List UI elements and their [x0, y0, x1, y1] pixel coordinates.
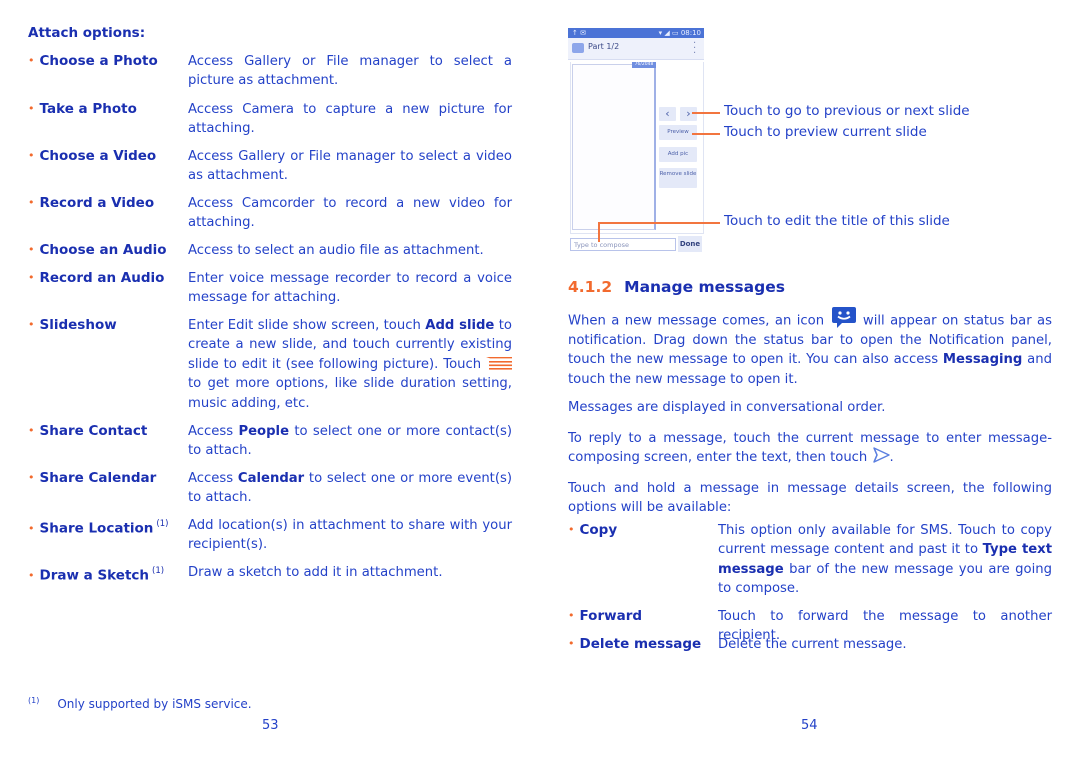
bullet-icon: • [28, 271, 35, 284]
bullet-icon: • [568, 637, 575, 650]
bullet-icon: • [28, 196, 35, 209]
option-term: Forward [579, 608, 643, 624]
paragraph-new-message: When a new message comes, an icon will a… [568, 307, 1052, 389]
option-term: Choose a Photo [39, 53, 158, 69]
option-description: Access Calendar to select one or more ev… [188, 471, 513, 506]
paragraph-reply: To reply to a message, touch the current… [568, 431, 1052, 466]
menu-icon [486, 356, 512, 370]
option-description: Access Camera to capture a new picture f… [188, 102, 512, 137]
bullet-icon: • [28, 521, 35, 535]
option-description: Enter Edit slide show screen, touch Add … [188, 318, 512, 411]
option-description: Access Gallery or File manager to select… [188, 149, 512, 184]
option-term: Record an Audio [39, 270, 165, 286]
bullet-icon: • [28, 318, 35, 331]
new-message-smiley-icon [831, 307, 856, 328]
option-description: This option only available for SMS. Touc… [718, 523, 1052, 597]
page-number-left: 53 [262, 718, 279, 733]
option-description: Add location(s) in attachment to share w… [188, 518, 512, 553]
attach-options-heading: Attach options: [28, 25, 146, 41]
paragraph-order: Messages are displayed in conversational… [568, 400, 886, 415]
footnote-ref: (1) [152, 566, 165, 576]
bullet-icon: • [28, 568, 35, 582]
section-title: Manage messages [624, 278, 785, 296]
option-description: Draw a sketch to add it in attachment. [188, 565, 443, 580]
bullet-icon: • [28, 471, 35, 484]
add-slide-term: Add slide [425, 318, 495, 333]
option-term: Record a Video [39, 195, 155, 211]
bullet-icon: • [568, 523, 575, 536]
bullet-icon: • [28, 424, 35, 437]
option-term: Share Calendar [39, 470, 157, 486]
option-description: Access Gallery or File manager to select… [188, 54, 512, 89]
bullet-icon: • [568, 609, 575, 622]
option-term: Take a Photo [39, 101, 137, 117]
option-description: Enter voice message recorder to record a… [188, 271, 512, 306]
option-description: Access People to select one or more cont… [188, 424, 512, 459]
right-page: 4.1.2 Manage messages When a new message … [568, 0, 1052, 767]
paragraph-options-intro: Touch and hold a message in message deta… [568, 481, 1052, 516]
bullet-icon: • [28, 149, 35, 162]
option-term: Choose a Video [39, 148, 157, 164]
page-number-right: 54 [801, 718, 818, 733]
option-description: Delete the current message. [718, 637, 907, 652]
option-term: Delete message [579, 636, 702, 652]
option-term: Draw a Sketch [39, 567, 150, 584]
bullet-icon: • [28, 243, 35, 256]
section-heading: 4.1.2 Manage messages [568, 278, 785, 296]
footnote-text: Only supported by iSMS service. [57, 697, 252, 711]
option-term: Share Location [39, 520, 154, 537]
messaging-term: Messaging [942, 352, 1023, 368]
option-description: Access to select an audio file as attach… [188, 243, 484, 258]
left-page: Attach options: • Choose a Photo Access G… [28, 0, 512, 767]
footnote-mark: (1) [28, 696, 40, 705]
people-term: People [238, 424, 290, 439]
calendar-term: Calendar [237, 471, 305, 486]
footnote-ref: (1) [156, 519, 169, 529]
option-term: Share Contact [39, 423, 148, 439]
option-description: Access Camcorder to record a new video f… [188, 196, 512, 231]
option-term: Slideshow [39, 317, 117, 333]
bullet-icon: • [28, 102, 35, 115]
send-icon [872, 447, 890, 464]
option-term: Copy [579, 522, 618, 538]
bullet-icon: • [28, 54, 35, 67]
footnote: (1) Only supported by iSMS service. [28, 696, 252, 711]
section-number: 4.1.2 [568, 278, 613, 296]
option-term: Choose an Audio [39, 242, 167, 258]
